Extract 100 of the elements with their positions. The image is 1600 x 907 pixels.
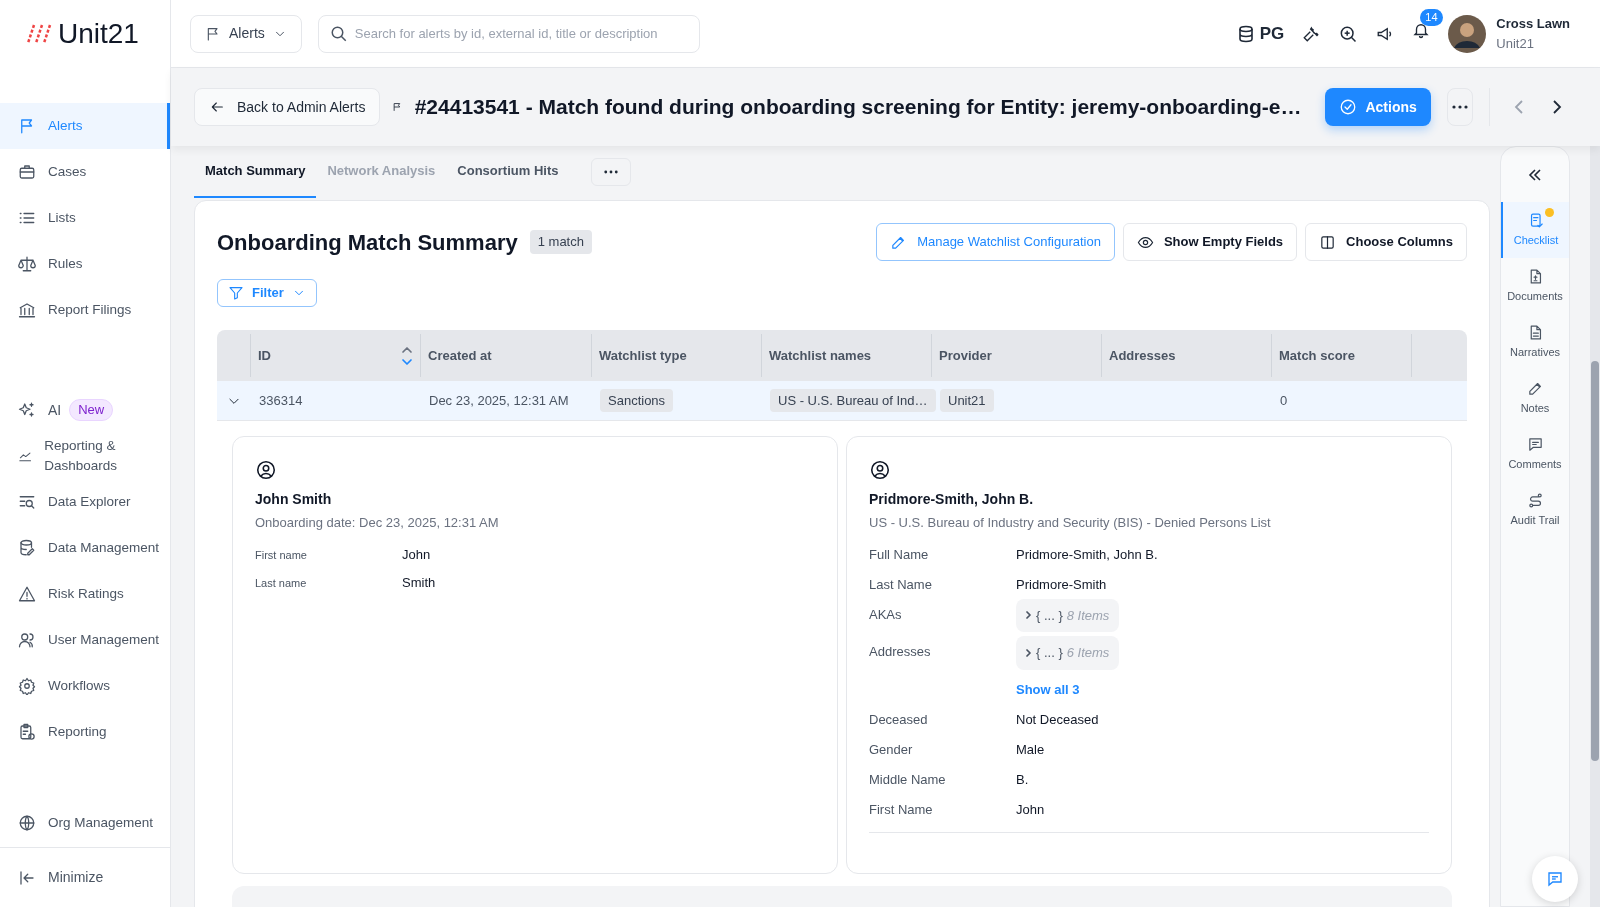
field-label: Deceased (869, 711, 928, 727)
flag-icon (205, 25, 221, 42)
column-header[interactable]: Provider (939, 345, 1094, 366)
collapsed-object[interactable]: { ... } 8 Items (1016, 598, 1120, 632)
column-header[interactable]: Match score (1279, 345, 1404, 366)
field-label: AKAs (869, 606, 902, 622)
sidebar-item[interactable]: Org Management (0, 800, 170, 846)
tag: US - U.S. Bureau of Ind… (770, 388, 936, 413)
toolbar-button[interactable]: Manage Watchlist Configuration (876, 223, 1115, 261)
search-list-icon (18, 493, 36, 511)
scrollbar-thumb[interactable] (1591, 361, 1599, 761)
table-cell-text: Dec 23, 2025, 12:31 AM (429, 391, 569, 410)
sidebar-item[interactable]: Risk Ratings (0, 571, 170, 617)
avatar[interactable] (1448, 14, 1487, 53)
field-label: Middle Name (869, 771, 946, 787)
tab[interactable]: Consortium Hits (446, 146, 570, 198)
sidebar-item[interactable]: Data Explorer (0, 479, 170, 525)
field-value: John (402, 545, 431, 564)
side-panel-tab[interactable]: Audit Trail (1501, 482, 1569, 538)
field-value: Male (1016, 740, 1045, 759)
globe-icon (18, 814, 36, 832)
field-label: Gender (869, 741, 913, 757)
entity-name: John Smith (255, 490, 333, 509)
field-value: Pridmore-Smith (1016, 575, 1107, 594)
clipboard-icon (18, 723, 36, 741)
field-label: First name (255, 548, 307, 561)
collapsed-object[interactable]: { ... } 6 Items (1016, 636, 1120, 670)
sidebar-item[interactable]: User Management (0, 617, 170, 663)
match-count-badge: 1 match (529, 230, 592, 254)
briefcase-icon (18, 163, 36, 181)
chevron-right-icon (1026, 611, 1032, 620)
field-value: Pridmore-Smith, John B. (1016, 545, 1158, 564)
check-circle-icon (1339, 98, 1358, 116)
sidebar-item[interactable]: Cases (0, 149, 170, 195)
more-icon (1452, 105, 1469, 109)
column-header[interactable]: Created at (428, 345, 584, 366)
entity-name: Pridmore-Smith, John B. (869, 490, 1035, 509)
database-icon[interactable] (1237, 24, 1254, 43)
field-label: First Name (869, 801, 933, 817)
database-icon (18, 539, 36, 557)
section-title: Onboarding Match Summary (217, 228, 518, 257)
arrow-left-icon (209, 99, 225, 115)
field-value: B. (1016, 770, 1029, 789)
side-panel-tab[interactable]: Comments (1501, 426, 1569, 482)
tab[interactable]: Match Summary (194, 146, 317, 198)
more-icon (604, 170, 619, 174)
warning-icon (18, 585, 36, 603)
field-label: Last Name (869, 576, 932, 592)
gear-icon (18, 677, 36, 695)
sidebar-item[interactable]: AI New (0, 387, 170, 433)
wrench-icon[interactable] (1302, 24, 1321, 43)
chevron-right-icon (1552, 100, 1562, 114)
side-panel-tab[interactable]: Notes (1501, 370, 1569, 426)
comment-icon (1526, 435, 1544, 453)
entity-subtitle: US - U.S. Bureau of Industry and Security (BIS) - Denied Persons List (869, 514, 1272, 532)
path-icon (1526, 491, 1544, 509)
user-circle-icon (255, 459, 277, 481)
filter-icon (228, 285, 244, 301)
search-icon (329, 24, 348, 43)
environment-label[interactable]: PG (1259, 20, 1285, 47)
field-value: Not Deceased (1016, 710, 1099, 729)
column-header[interactable]: Watchlist names (769, 345, 924, 366)
notifications-button[interactable] (1412, 21, 1431, 39)
organization-name: Unit21 (1496, 34, 1535, 53)
sidebar-item[interactable]: Lists (0, 195, 170, 241)
sidebar-item[interactable]: Workflows (0, 663, 170, 709)
sparkle-icon (18, 401, 36, 419)
back-button[interactable]: Back to Admin Alerts (194, 88, 381, 126)
chevron-right-icon (1026, 648, 1032, 657)
field-value: Smith (402, 573, 436, 592)
sidebar-item[interactable]: Reporting (0, 709, 170, 755)
new-badge: New (69, 399, 114, 421)
search-field[interactable]: Search for alerts by id, external id, title or description (317, 14, 700, 53)
tag: Unit21 (940, 388, 994, 413)
sort-icon (401, 344, 413, 367)
table-cell-text: 336314 (259, 391, 303, 410)
sidebar-item[interactable]: Data Management (0, 525, 170, 571)
column-header[interactable]: ID (258, 345, 401, 366)
toolbar-button[interactable]: Choose Columns (1305, 223, 1467, 261)
side-panel-tab[interactable]: Narratives (1501, 314, 1569, 370)
show-all-link[interactable]: Show all 3 (1016, 679, 1080, 699)
sidebar-item[interactable]: Reporting & Dashboards (0, 433, 170, 479)
columns-icon (1319, 233, 1337, 251)
field-label: Addresses (869, 644, 931, 659)
bell-icon (1412, 21, 1431, 39)
sidebar-item[interactable]: Rules (0, 241, 170, 287)
field-value: John (1016, 800, 1045, 819)
sidebar-item[interactable]: Report Filings (0, 287, 170, 333)
brand-name: Unit21 (58, 17, 139, 51)
scale-icon (18, 255, 36, 273)
table-cell-text: 0 (1280, 391, 1288, 410)
minimize-button[interactable]: Minimize (0, 867, 104, 888)
field-label: Full Name (869, 546, 929, 562)
toolbar-button[interactable]: Show Empty Fields (1122, 223, 1298, 261)
bank-icon (18, 301, 36, 319)
alert-title: #24413541 - Match found during onboarding screening for Entity: jeremy-onboarding-e… (414, 94, 1302, 121)
column-header[interactable]: Watchlist type (599, 345, 754, 366)
scope-dropdown[interactable]: Alerts (190, 14, 302, 53)
column-header[interactable]: Addresses (1109, 345, 1264, 366)
side-panel-tab[interactable]: Documents (1501, 258, 1569, 314)
